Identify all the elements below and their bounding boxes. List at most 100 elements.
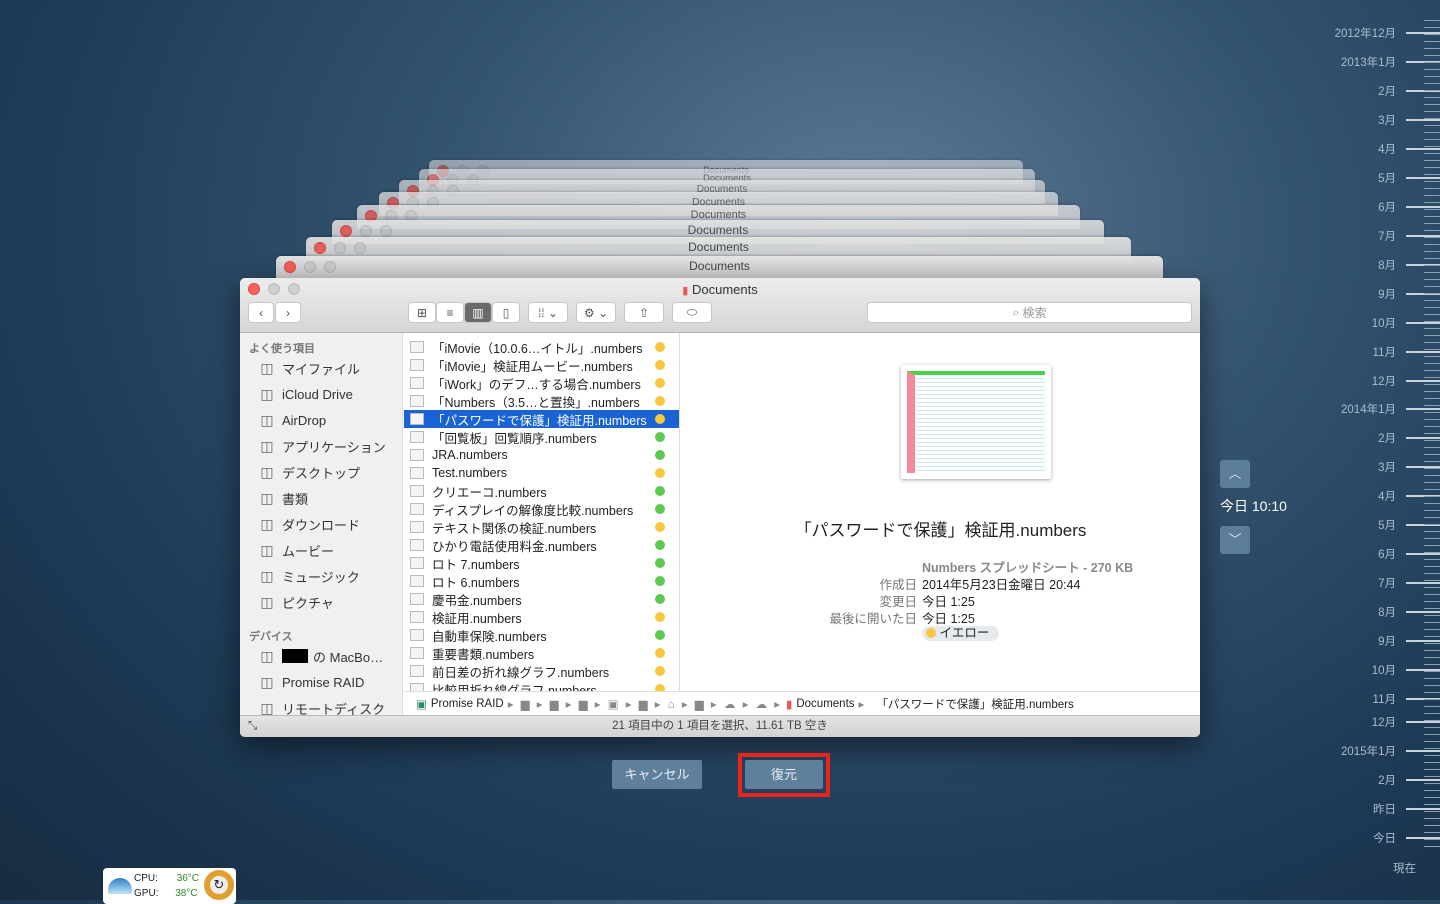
gear-icon[interactable]: ⚙ ⌄ xyxy=(576,302,616,323)
timeline-label[interactable]: 3月 xyxy=(1378,112,1396,128)
timeline-label[interactable]: 6月 xyxy=(1378,199,1396,215)
file-row[interactable]: 慶弔金.numbers xyxy=(404,590,679,608)
timeline-label[interactable]: 10月 xyxy=(1372,315,1396,331)
file-row[interactable]: 「iMovie」検証用ムービー.numbers xyxy=(404,356,679,374)
background-window[interactable]: Documents xyxy=(276,256,1163,280)
timeline-label[interactable]: 7月 xyxy=(1378,228,1396,244)
timeline-label[interactable]: 9月 xyxy=(1378,633,1396,649)
timeline-label[interactable]: 6月 xyxy=(1378,546,1396,562)
timeline-label[interactable]: 今日 xyxy=(1373,830,1396,846)
timeline-label[interactable]: 2012年12月 xyxy=(1335,25,1396,41)
forward-button[interactable]: › xyxy=(275,302,301,323)
timeline-label[interactable]: 2月 xyxy=(1378,83,1396,99)
timeline-label[interactable]: 現在 xyxy=(1393,860,1416,876)
timeline-label[interactable]: 2013年1月 xyxy=(1341,54,1396,70)
list-view-button[interactable]: ≡ xyxy=(436,302,464,323)
timeline-label[interactable]: 10月 xyxy=(1372,662,1396,678)
timeline-minor-tick xyxy=(1424,342,1440,343)
sidebar-item[interactable]: ◫ ダウンロード xyxy=(240,511,402,537)
timeline-minor-tick xyxy=(1424,489,1440,490)
sidebar-item-label: 書類 xyxy=(282,491,309,507)
file-row[interactable]: クリエーコ.numbers xyxy=(404,482,679,500)
timeline-minor-tick xyxy=(1424,811,1440,812)
timeline-label[interactable]: 8月 xyxy=(1378,604,1396,620)
file-row[interactable]: 「iWork」のデフ…する場合.numbers xyxy=(404,374,679,392)
path-root[interactable]: Promise RAID xyxy=(431,698,504,710)
file-row[interactable]: 「Numbers（3.5…と置換」.numbers xyxy=(404,392,679,410)
timeline-label[interactable]: 9月 xyxy=(1378,286,1396,302)
timeline[interactable]: 2012年12月 2013年1月 2月 3月 4月 5月 6月 7月 8月 9月 10月 11月 12月… xyxy=(1300,0,1440,900)
file-row[interactable]: ロト 7.numbers xyxy=(404,554,679,572)
column-view-button[interactable]: ▥ xyxy=(464,302,492,323)
timeline-label[interactable]: 3月 xyxy=(1378,459,1396,475)
sidebar-item[interactable]: ◫ 書類 xyxy=(240,485,402,511)
file-row[interactable]: ディスプレイの解像度比較.numbers xyxy=(404,500,679,518)
timeline-down-button[interactable]: ﹀ xyxy=(1220,526,1250,554)
timeline-label[interactable]: 2014年1月 xyxy=(1341,401,1396,417)
timeline-label[interactable]: 11月 xyxy=(1373,344,1396,360)
timeline-label[interactable]: 5月 xyxy=(1378,170,1396,186)
timeline-minor-tick xyxy=(1424,587,1440,588)
timeline-minor-tick xyxy=(1424,706,1440,707)
sidebar-item[interactable]: ◫ リモートディスク xyxy=(240,695,402,716)
timeline-label[interactable]: 2015年1月 xyxy=(1341,743,1396,759)
cancel-button[interactable]: キャンセル xyxy=(612,760,702,789)
files-icon: ◫ xyxy=(260,359,274,376)
arrange-button[interactable]: ⁞⁞ ⌄ xyxy=(528,302,568,323)
sidebar-item[interactable]: ◫ ピクチャ xyxy=(240,589,402,615)
timeline-minor-tick xyxy=(1424,405,1440,406)
timeline-up-button[interactable]: ︿ xyxy=(1220,460,1250,488)
timeline-label[interactable]: 2月 xyxy=(1378,772,1396,788)
timeline-label[interactable]: 昨日 xyxy=(1373,801,1396,817)
timeline-label[interactable]: 2月 xyxy=(1378,430,1396,446)
back-button[interactable]: ‹ xyxy=(248,302,274,323)
search-input[interactable]: ⌕ 検索 xyxy=(867,302,1192,323)
sidebar-item-label: リモートディスク xyxy=(282,701,386,716)
sidebar-item[interactable]: ◫ デスクトップ xyxy=(240,459,402,485)
timeline-label[interactable]: 12月 xyxy=(1372,714,1396,730)
timeline-label[interactable]: 12月 xyxy=(1372,373,1396,389)
timeline-label[interactable]: 7月 xyxy=(1378,575,1396,591)
timeline-minor-tick xyxy=(1424,69,1440,70)
file-row[interactable]: 「回覧板」回覧順序.numbers xyxy=(404,428,679,446)
sidebar-item[interactable]: ◫ アプリケーション xyxy=(240,433,402,459)
refresh-icon[interactable]: ↻ xyxy=(204,870,234,900)
timeline-label[interactable]: 4月 xyxy=(1378,488,1396,504)
tag-dot xyxy=(655,504,665,514)
file-row[interactable]: ひかり電話使用料金.numbers xyxy=(404,536,679,554)
timeline-tick xyxy=(1406,640,1440,642)
file-row[interactable]: Test.numbers xyxy=(404,464,679,482)
file-row[interactable]: 「iMovie（10.0.6…イトル」.numbers xyxy=(404,338,679,356)
file-row[interactable]: ロト 6.numbers xyxy=(404,572,679,590)
timeline-label[interactable]: 5月 xyxy=(1378,517,1396,533)
resize-icon[interactable]: ⤡ xyxy=(248,716,257,737)
sidebar-item[interactable]: ◫ Promise RAID xyxy=(240,669,402,695)
sidebar-item[interactable]: ◫ ミュージック xyxy=(240,563,402,589)
file-row[interactable]: 重要書類.numbers xyxy=(404,644,679,662)
timeline-label[interactable]: 4月 xyxy=(1378,141,1396,157)
sidebar-item[interactable]: ◫ の MacBo… xyxy=(240,643,402,669)
file-row[interactable]: 「パスワードで保護」検証用.numbers xyxy=(404,410,679,428)
file-list: 「iMovie（10.0.6…イトル」.numbers 「iMovie」検証用ムー… xyxy=(404,333,680,691)
file-row[interactable]: 比較用折れ線グラフ.numbers xyxy=(404,680,679,691)
file-row[interactable]: JRA.numbers xyxy=(404,446,679,464)
timeline-minor-tick xyxy=(1424,41,1440,42)
timeline-minor-tick xyxy=(1424,48,1440,49)
file-row[interactable]: 前日差の折れ線グラフ.numbers xyxy=(404,662,679,680)
sidebar-item[interactable]: ◫ AirDrop xyxy=(240,407,402,433)
path-documents[interactable]: Documents xyxy=(796,698,854,710)
file-row[interactable]: 自動車保険.numbers xyxy=(404,626,679,644)
share-icon[interactable]: ⇧ xyxy=(624,302,664,323)
timeline-label[interactable]: 11月 xyxy=(1373,691,1396,707)
sidebar-item[interactable]: ◫ マイファイル xyxy=(240,355,402,381)
coverflow-view-button[interactable]: ▯ xyxy=(492,302,520,323)
sidebar-item[interactable]: ◫ ムービー xyxy=(240,537,402,563)
sidebar-item[interactable]: ◫ iCloud Drive xyxy=(240,381,402,407)
icon-view-button[interactable]: ⊞ xyxy=(408,302,436,323)
path-file[interactable]: 「パスワードで保護」検証用.numbers xyxy=(876,696,1073,712)
file-row[interactable]: 検証用.numbers xyxy=(404,608,679,626)
restore-button[interactable]: 復元 xyxy=(745,760,823,789)
file-row[interactable]: テキスト関係の検証.numbers xyxy=(404,518,679,536)
tag-icon[interactable]: ⬭ xyxy=(672,302,712,323)
timeline-label[interactable]: 8月 xyxy=(1378,257,1396,273)
